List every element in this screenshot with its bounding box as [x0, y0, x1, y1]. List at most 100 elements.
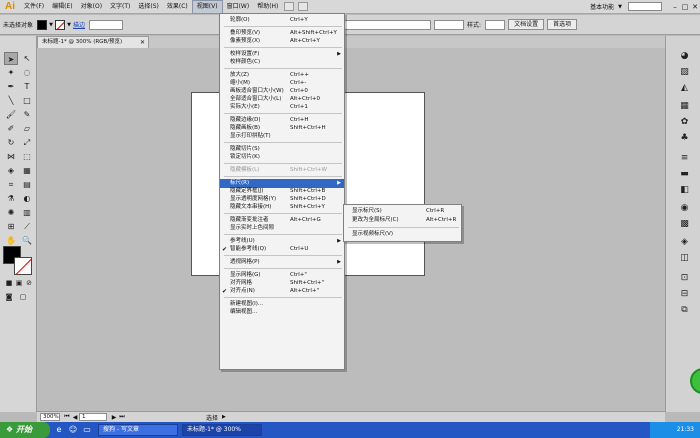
artboard-number-field[interactable]: 1 [79, 413, 107, 421]
line-tool-icon[interactable]: ╲ [4, 94, 18, 107]
chevron-down-icon[interactable]: ▼ [618, 4, 622, 10]
align-icon[interactable]: ⊟ [678, 288, 691, 301]
brushes-icon[interactable]: ✿ [678, 116, 691, 129]
bridge-button[interactable] [284, 2, 295, 11]
draw-normal-icon[interactable]: ◙ [4, 292, 14, 302]
stroke-link[interactable]: 描边 [73, 20, 85, 29]
view-menu-item[interactable]: 显示打印拼贴(T) [220, 132, 344, 141]
symbols-icon[interactable]: ♣ [678, 132, 691, 145]
view-menu-item[interactable]: 实际大小(E) Ctrl+1 [220, 103, 344, 112]
style-field[interactable] [485, 19, 506, 30]
brush-field[interactable] [434, 19, 465, 30]
menu-view[interactable]: 视图(V) [191, 0, 223, 14]
rotate-tool-icon[interactable]: ↻ [4, 136, 18, 149]
document-setup-button[interactable]: 文档设置 [508, 19, 545, 30]
width-tool-icon[interactable]: ⋈ [4, 150, 18, 163]
eraser-icon[interactable]: ▱ [20, 122, 34, 135]
menu-object[interactable]: 对象(O) [77, 0, 106, 14]
maximize-button[interactable]: □ [680, 2, 690, 12]
menu-file[interactable]: 文件(F) [20, 0, 48, 14]
gradient-tool-icon[interactable]: ▤ [20, 178, 34, 191]
rulers-submenu-item[interactable]: 显示标尺(S) Ctrl+R [344, 207, 461, 216]
graph-tool-icon[interactable]: ▥ [20, 206, 34, 219]
taskbar-item-browser[interactable]: 搜狗 - 写文章 [98, 424, 178, 436]
mesh-tool-icon[interactable]: ⌗ [4, 178, 18, 191]
slice-tool-icon[interactable]: ⟋ [20, 220, 34, 233]
previous-artboard-icon[interactable]: ◀ [71, 414, 79, 421]
paintbrush-icon[interactable]: 🖌 [4, 108, 18, 121]
ie-icon[interactable]: e [54, 425, 64, 435]
view-menu-item[interactable]: 显示实时上色间隙 [220, 224, 344, 233]
lasso-icon[interactable]: ◌ [20, 66, 34, 79]
stroke-weight-field[interactable] [89, 19, 124, 30]
document-tab[interactable]: 未标题-1* @ 300% (RGB/预览) ✕ [37, 36, 149, 48]
kuler-icon[interactable]: ◭ [678, 82, 691, 95]
chevron-down-icon[interactable]: ▼ [47, 20, 55, 30]
stroke-color-box[interactable] [14, 257, 32, 275]
rectangle-tool-icon[interactable]: □ [20, 94, 34, 107]
none-mode-icon[interactable]: ⊘ [24, 278, 34, 288]
stroke-panel-icon[interactable]: ≡ [678, 152, 691, 165]
view-menu-item[interactable]: 编辑视图... [220, 308, 344, 317]
taskbar-item-illustrator[interactable]: 未标题-1* @ 300% [182, 424, 262, 436]
perspective-grid-icon[interactable]: ▦ [20, 164, 34, 177]
appearance-icon[interactable]: ◉ [678, 202, 691, 215]
view-menu-item[interactable]: 透视网格(P) ▶ [220, 258, 344, 267]
search-input[interactable] [628, 2, 662, 11]
symbol-sprayer-icon[interactable]: ✺ [4, 206, 18, 219]
workspace-switcher[interactable]: 基本功能 [586, 2, 618, 11]
blend-tool-icon[interactable]: ◐ [20, 192, 34, 205]
minimize-button[interactable]: – [670, 2, 680, 12]
color-guide-icon[interactable]: ▨ [678, 66, 691, 79]
transparency-icon[interactable]: ◧ [678, 184, 691, 197]
screen-mode-icon[interactable]: ▢ [18, 292, 28, 302]
transform-icon[interactable]: ⊡ [678, 272, 691, 285]
menu-edit[interactable]: 编辑(E) [48, 0, 76, 14]
menu-window[interactable]: 窗口(W) [223, 0, 254, 14]
chevron-down-icon[interactable]: ▼ [65, 20, 73, 30]
color-mode-icon[interactable]: ■ [4, 278, 14, 288]
menu-type[interactable]: 文字(T) [106, 0, 134, 14]
start-button[interactable]: ❖ 开始 [0, 422, 50, 438]
blob-brush-icon[interactable]: ✐ [4, 122, 18, 135]
menu-effect[interactable]: 效果(C) [163, 0, 192, 14]
desktop-icon[interactable]: ▭ [82, 425, 92, 435]
status-arrow-icon[interactable]: ▶ [222, 414, 226, 420]
swatches-icon[interactable]: ▦ [678, 100, 691, 113]
rulers-submenu-item[interactable]: 更改为全局标尺(C) Alt+Ctrl+R [344, 216, 461, 225]
artboards-icon[interactable]: ◫ [678, 252, 691, 265]
zoom-tool-icon[interactable]: 🔍 [20, 234, 34, 247]
view-menu-item[interactable]: ✔ 对齐点(N) Alt+Ctrl+" [220, 287, 344, 296]
view-menu-item[interactable]: 隐藏文本串接(H) Shift+Ctrl+Y [220, 203, 344, 212]
menu-select[interactable]: 选择(S) [134, 0, 163, 14]
shape-builder-icon[interactable]: ◈ [4, 164, 18, 177]
qq-icon[interactable]: ☺ [68, 425, 78, 435]
graphic-styles-icon[interactable]: ▩ [678, 218, 691, 231]
menu-help[interactable]: 帮助(H) [253, 0, 282, 14]
selection-tool-icon[interactable]: ➤ [4, 52, 18, 65]
view-menu-item[interactable]: 像素预览(X) Alt+Ctrl+Y [220, 37, 344, 46]
gradient-mode-icon[interactable]: ▣ [14, 278, 24, 288]
artboard-tool-icon[interactable]: ⊞ [4, 220, 18, 233]
arrange-documents-button[interactable] [298, 2, 309, 11]
view-menu-item[interactable]: 轮廓(O) Ctrl+Y [220, 16, 344, 25]
rulers-submenu-item[interactable]: 显示视频标尺(V) [344, 230, 461, 239]
fill-swatch[interactable] [37, 19, 48, 30]
close-icon[interactable]: ✕ [140, 37, 145, 48]
color-panel-icon[interactable]: ◕ [678, 50, 691, 63]
pathfinder-icon[interactable]: ⧉ [678, 304, 691, 317]
pen-tool-icon[interactable]: ✒ [4, 80, 18, 93]
preferences-button[interactable]: 首选项 [547, 19, 578, 30]
scale-tool-icon[interactable]: ⤢ [20, 136, 34, 149]
layers-icon[interactable]: ◈ [678, 236, 691, 249]
gradient-panel-icon[interactable]: ▬ [678, 168, 691, 181]
view-menu-item[interactable]: 校样颜色(C) [220, 58, 344, 67]
last-artboard-icon[interactable]: ⏭ [118, 413, 126, 421]
close-button[interactable]: ✕ [690, 2, 700, 12]
free-transform-icon[interactable]: ⬚ [20, 150, 34, 163]
zoom-field[interactable]: 300% [40, 413, 60, 421]
magic-wand-icon[interactable]: ✦ [4, 66, 18, 79]
view-menu-item[interactable]: 锁定切片(K) [220, 153, 344, 162]
direct-selection-tool-icon[interactable]: ↖ [20, 52, 34, 65]
first-artboard-icon[interactable]: ⏮ [63, 413, 71, 421]
